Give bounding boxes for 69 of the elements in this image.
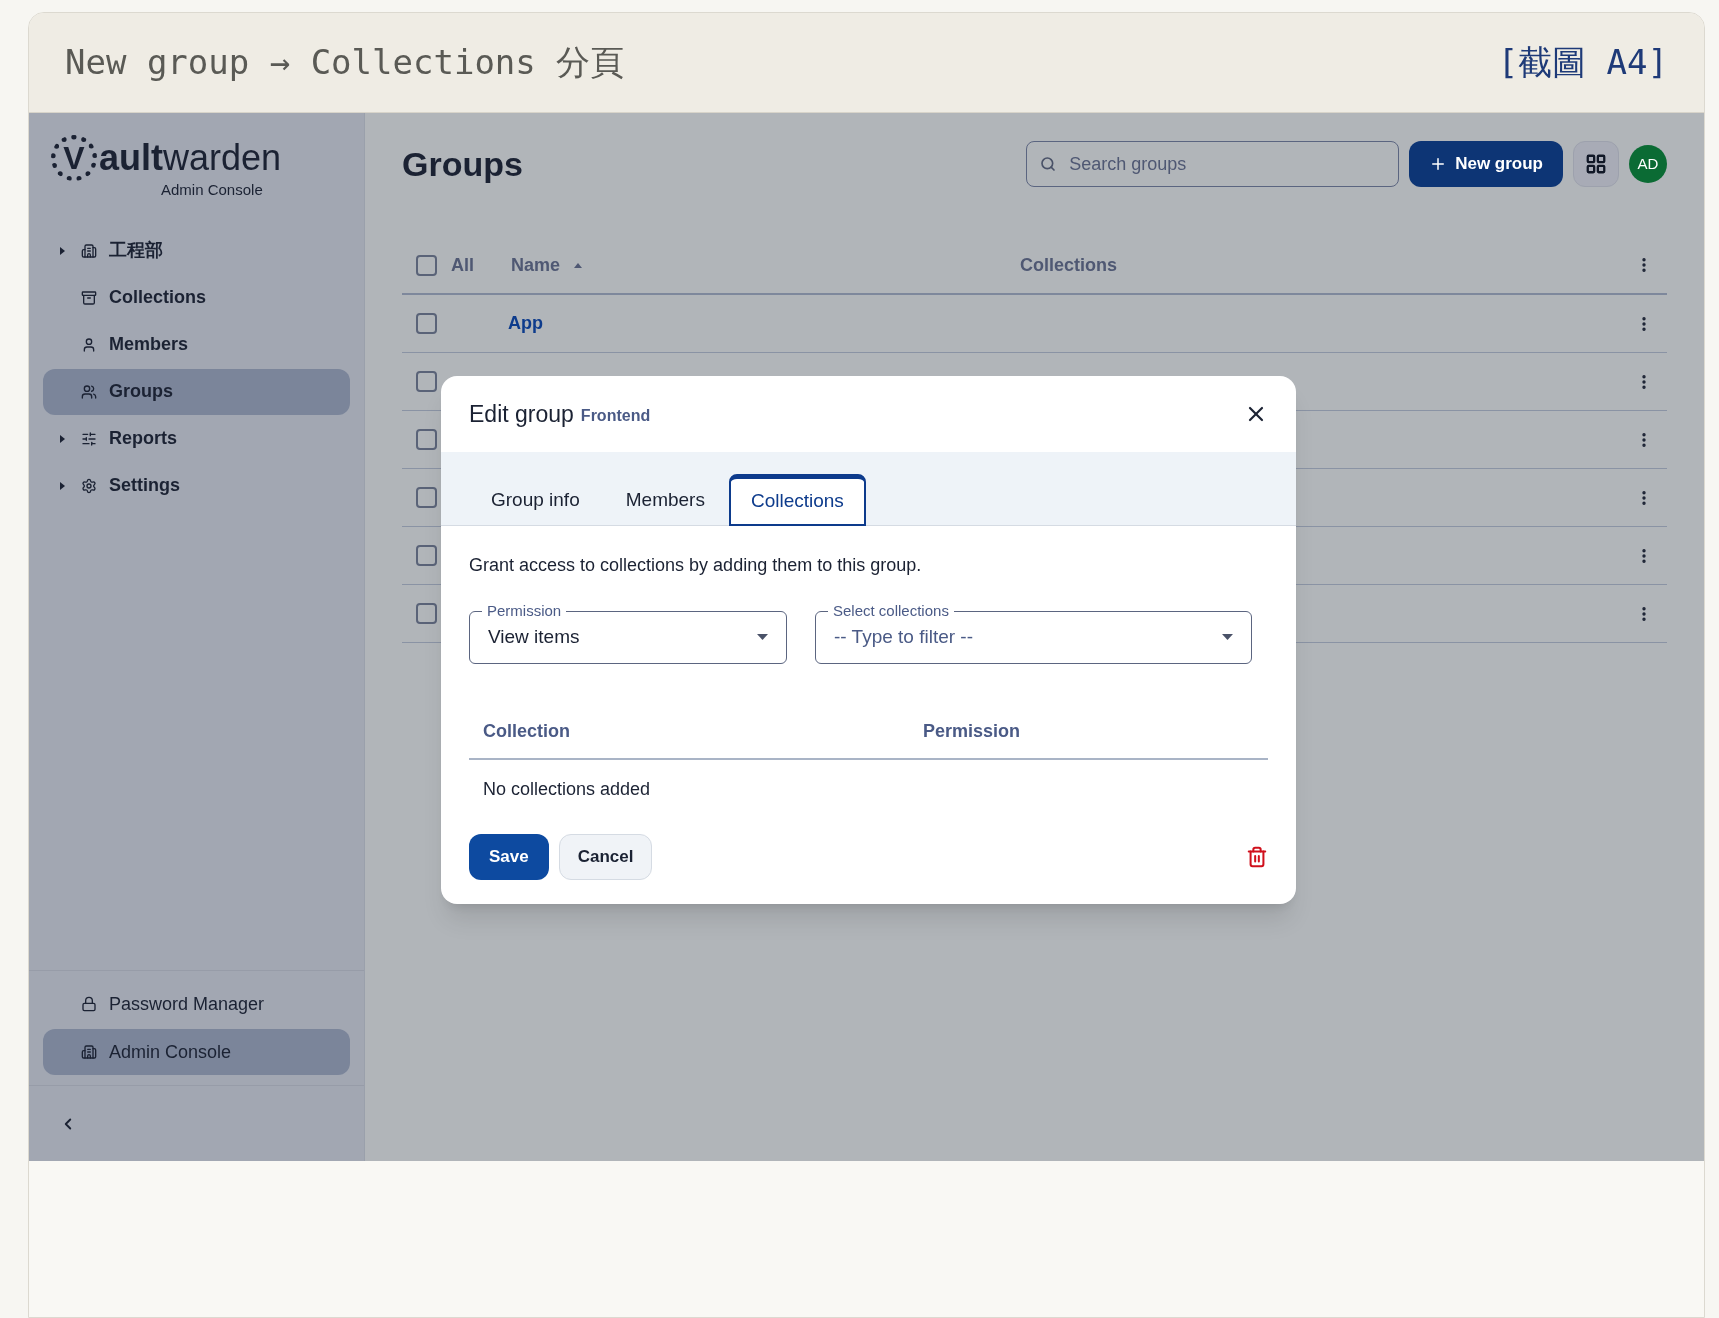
dropdown-icon [757, 633, 768, 640]
sidebar-item[interactable]: Settings [43, 462, 350, 509]
sort-icon[interactable] [574, 262, 583, 268]
sidebar-item[interactable]: Collections [43, 274, 350, 321]
save-button[interactable]: Save [469, 834, 549, 880]
sidebar-label: Password Manager [109, 992, 265, 1016]
column-header[interactable]: Name [511, 251, 561, 279]
nav-icon [81, 383, 97, 400]
delete-icon[interactable] [1246, 846, 1268, 868]
dialog-subtitle: Frontend [580, 406, 651, 426]
dialog-title: Edit group [469, 399, 574, 429]
sidebar-label: Settings [109, 474, 180, 497]
checkbox[interactable] [416, 545, 437, 566]
caret-icon[interactable] [58, 245, 66, 256]
empty-message: No collections added [483, 777, 651, 801]
search-icon [1040, 156, 1057, 172]
sidebar-label: Collections [109, 286, 206, 309]
logo-gear-icon: V [51, 135, 97, 181]
checkbox[interactable] [416, 254, 437, 276]
search-field[interactable]: Search groups [1026, 141, 1400, 187]
filter-field[interactable]: -- Type to filter -- [834, 622, 1222, 651]
column-header: All [451, 253, 474, 277]
sidebar-label: Members [109, 333, 189, 356]
dialog-tab[interactable]: Members [603, 474, 727, 526]
nav-icon [81, 430, 97, 447]
checkbox[interactable] [416, 603, 437, 624]
nav-icon [81, 996, 97, 1012]
checkbox[interactable] [416, 487, 437, 508]
sidebar-item[interactable]: Groups [43, 368, 350, 415]
sidebar-label: 工程部 [109, 239, 163, 262]
sidebar-item[interactable]: Reports [43, 415, 350, 462]
nav-icon [81, 336, 97, 353]
user-avatar[interactable]: AD [1629, 145, 1667, 183]
sidebar-label: Admin Console [109, 1040, 232, 1064]
field-label: Permission [486, 601, 563, 621]
dialog-description: Grant access to collections by adding them to this group. [469, 554, 923, 577]
caret-icon[interactable] [58, 433, 66, 444]
dialog-tab[interactable]: Group info [469, 474, 602, 526]
nav-icon [81, 289, 97, 306]
checkbox[interactable] [416, 371, 437, 392]
column-header: Permission [923, 719, 1021, 743]
new-group-button[interactable]: New group [1409, 141, 1563, 187]
nav-icon [81, 242, 97, 259]
checkbox[interactable] [416, 429, 437, 450]
caret-icon[interactable] [58, 480, 66, 491]
field-label: Select collections [832, 601, 950, 621]
caption-tag: [截圖 A4] [1497, 37, 1668, 88]
column-header: Collections [1020, 253, 1118, 277]
sidebar-item[interactable]: Members [43, 321, 350, 368]
column-header: Collection [483, 719, 571, 743]
sidebar-label: Reports [109, 427, 177, 450]
grid-icon [1585, 153, 1607, 175]
sidebar-item[interactable]: Admin Console [43, 1029, 350, 1075]
nav-icon [81, 477, 97, 494]
sidebar-item[interactable]: 工程部 [43, 227, 350, 274]
sidebar-label: Groups [109, 380, 173, 403]
grid-view-button[interactable] [1573, 141, 1619, 187]
nav-icon [81, 1044, 97, 1060]
checkbox[interactable] [416, 313, 437, 334]
logo-wordmark: aultwarden [99, 140, 282, 176]
page-title: Groups [402, 143, 523, 185]
logo-subtitle: Admin Console [161, 180, 264, 200]
cancel-button[interactable]: Cancel [558, 834, 653, 880]
group-name-link[interactable]: App [508, 310, 543, 337]
sidebar-item[interactable]: Password Manager [43, 981, 350, 1027]
caption-title: New group → Collections 分頁 [65, 41, 625, 84]
dialog-tab[interactable]: Collections [728, 474, 866, 526]
select-value: View items [488, 624, 581, 649]
dropdown-icon [1222, 633, 1233, 640]
